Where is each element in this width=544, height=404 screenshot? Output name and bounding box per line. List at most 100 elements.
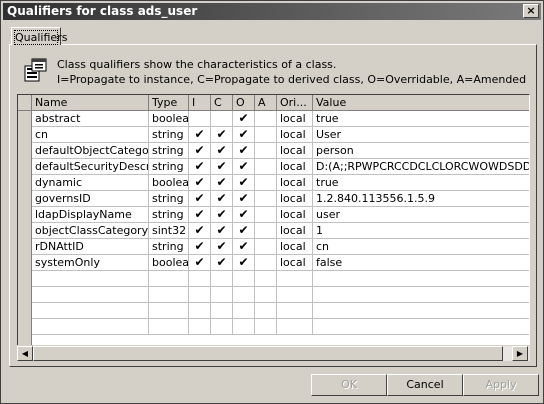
cell-a[interactable]: [255, 319, 277, 335]
cell-a[interactable]: [255, 127, 277, 143]
cell-i[interactable]: ✔: [189, 255, 211, 271]
cell-o[interactable]: [233, 271, 255, 287]
empty-row[interactable]: [18, 271, 529, 287]
table-row[interactable]: abstractboolean ✔ localtrue: [18, 111, 529, 127]
cell-c[interactable]: ✔: [211, 255, 233, 271]
cell-type[interactable]: sint32: [149, 223, 189, 239]
cell-i[interactable]: [189, 111, 211, 127]
table-row[interactable]: ldapDisplayName string ✔ ✔ ✔ local user: [18, 207, 529, 223]
cell-origin[interactable]: local: [277, 239, 313, 255]
cell-value[interactable]: 1: [313, 223, 529, 239]
col-header-o[interactable]: O: [233, 95, 255, 111]
cell-type[interactable]: [149, 303, 189, 319]
title-bar[interactable]: Qualifiers for class ads_user ×: [3, 3, 541, 20]
cell-c[interactable]: ✔: [211, 223, 233, 239]
cancel-button[interactable]: Cancel: [387, 374, 463, 396]
cell-origin[interactable]: [277, 287, 313, 303]
cell-o[interactable]: [233, 319, 255, 335]
cell-a[interactable]: [255, 223, 277, 239]
table-row[interactable]: dynamicboolean✔✔✔localtrue: [18, 175, 529, 191]
col-header-c[interactable]: C: [211, 95, 233, 111]
cell-origin[interactable]: [277, 271, 313, 287]
cell-c[interactable]: ✔: [211, 191, 233, 207]
col-header-type[interactable]: Type: [149, 95, 189, 111]
cell-name[interactable]: dynamic: [32, 175, 149, 191]
cell-value[interactable]: [313, 287, 529, 303]
cell-name[interactable]: [32, 287, 149, 303]
cell-origin[interactable]: local: [277, 191, 313, 207]
cell-name[interactable]: abstract: [32, 111, 149, 127]
table-row[interactable]: defaultSecurityDescriptorstring✔✔✔localD…: [18, 159, 529, 175]
empty-row[interactable]: [18, 287, 529, 303]
col-header-origin[interactable]: Ori...: [277, 95, 313, 111]
cell-type[interactable]: boolean: [149, 111, 189, 127]
cell-type[interactable]: boolean: [149, 175, 189, 191]
cell-c[interactable]: ✔: [211, 127, 233, 143]
cell-i[interactable]: [189, 319, 211, 335]
cell-name[interactable]: objectClassCategory: [32, 223, 149, 239]
cell-a[interactable]: [255, 191, 277, 207]
cell-name[interactable]: defaultSecurityDescriptor: [32, 159, 149, 175]
scroll-left-button[interactable]: ◀: [17, 346, 33, 361]
cell-value[interactable]: User: [313, 127, 529, 143]
cell-c[interactable]: [211, 319, 233, 335]
cell-o[interactable]: ✔: [233, 127, 255, 143]
cell-value[interactable]: false: [313, 255, 529, 271]
cell-value[interactable]: [313, 271, 529, 287]
cell-type[interactable]: [149, 271, 189, 287]
cell-name[interactable]: ldapDisplayName: [32, 207, 149, 223]
cell-name[interactable]: cn: [32, 127, 149, 143]
empty-row[interactable]: [18, 303, 529, 319]
cell-a[interactable]: [255, 271, 277, 287]
col-header-name[interactable]: Name: [32, 95, 149, 111]
table-row[interactable]: objectClassCategory sint32 ✔ ✔ ✔ local 1: [18, 223, 529, 239]
tab-qualifiers[interactable]: Qualifiers: [11, 27, 67, 45]
cell-c[interactable]: [211, 287, 233, 303]
cell-o[interactable]: ✔: [233, 159, 255, 175]
cell-value[interactable]: cn: [313, 239, 529, 255]
table-row[interactable]: systemOnlyboolean✔✔✔localfalse: [18, 255, 529, 271]
cell-i[interactable]: [189, 271, 211, 287]
cell-origin[interactable]: local: [277, 255, 313, 271]
cell-c[interactable]: ✔: [211, 175, 233, 191]
cell-name[interactable]: [32, 319, 149, 335]
cell-i[interactable]: [189, 303, 211, 319]
cell-c[interactable]: [211, 111, 233, 127]
cell-name[interactable]: systemOnly: [32, 255, 149, 271]
cell-origin[interactable]: local: [277, 127, 313, 143]
cell-c[interactable]: ✔: [211, 239, 233, 255]
cell-a[interactable]: [255, 303, 277, 319]
cell-i[interactable]: ✔: [189, 159, 211, 175]
cell-value[interactable]: user: [313, 207, 529, 223]
cell-o[interactable]: [233, 303, 255, 319]
cell-type[interactable]: string: [149, 191, 189, 207]
close-button[interactable]: ×: [523, 4, 539, 18]
horizontal-scrollbar[interactable]: ◀ ▶: [17, 345, 530, 361]
cell-o[interactable]: ✔: [233, 239, 255, 255]
cell-o[interactable]: ✔: [233, 207, 255, 223]
cell-origin[interactable]: local: [277, 207, 313, 223]
col-header-i[interactable]: I: [189, 95, 211, 111]
cell-value[interactable]: 1.2.840.113556.1.5.9: [313, 191, 529, 207]
cell-origin[interactable]: [277, 319, 313, 335]
cell-i[interactable]: ✔: [189, 127, 211, 143]
cell-type[interactable]: string: [149, 127, 189, 143]
cell-a[interactable]: [255, 159, 277, 175]
cell-a[interactable]: [255, 255, 277, 271]
cell-o[interactable]: ✔: [233, 111, 255, 127]
cell-a[interactable]: [255, 239, 277, 255]
cell-i[interactable]: ✔: [189, 175, 211, 191]
cell-type[interactable]: string: [149, 143, 189, 159]
col-header-value[interactable]: Value: [313, 95, 529, 111]
cell-type[interactable]: string: [149, 207, 189, 223]
cell-i[interactable]: ✔: [189, 191, 211, 207]
cell-value[interactable]: [313, 319, 529, 335]
cell-c[interactable]: ✔: [211, 207, 233, 223]
cell-o[interactable]: ✔: [233, 191, 255, 207]
table-row[interactable]: rDNAttID string ✔ ✔ ✔ local cn: [18, 239, 529, 255]
cell-a[interactable]: [255, 207, 277, 223]
qualifiers-grid[interactable]: Name Type I C O A Ori... Value abstract b…: [17, 94, 530, 360]
cell-origin[interactable]: local: [277, 223, 313, 239]
cell-name[interactable]: [32, 271, 149, 287]
cell-type[interactable]: string: [149, 239, 189, 255]
